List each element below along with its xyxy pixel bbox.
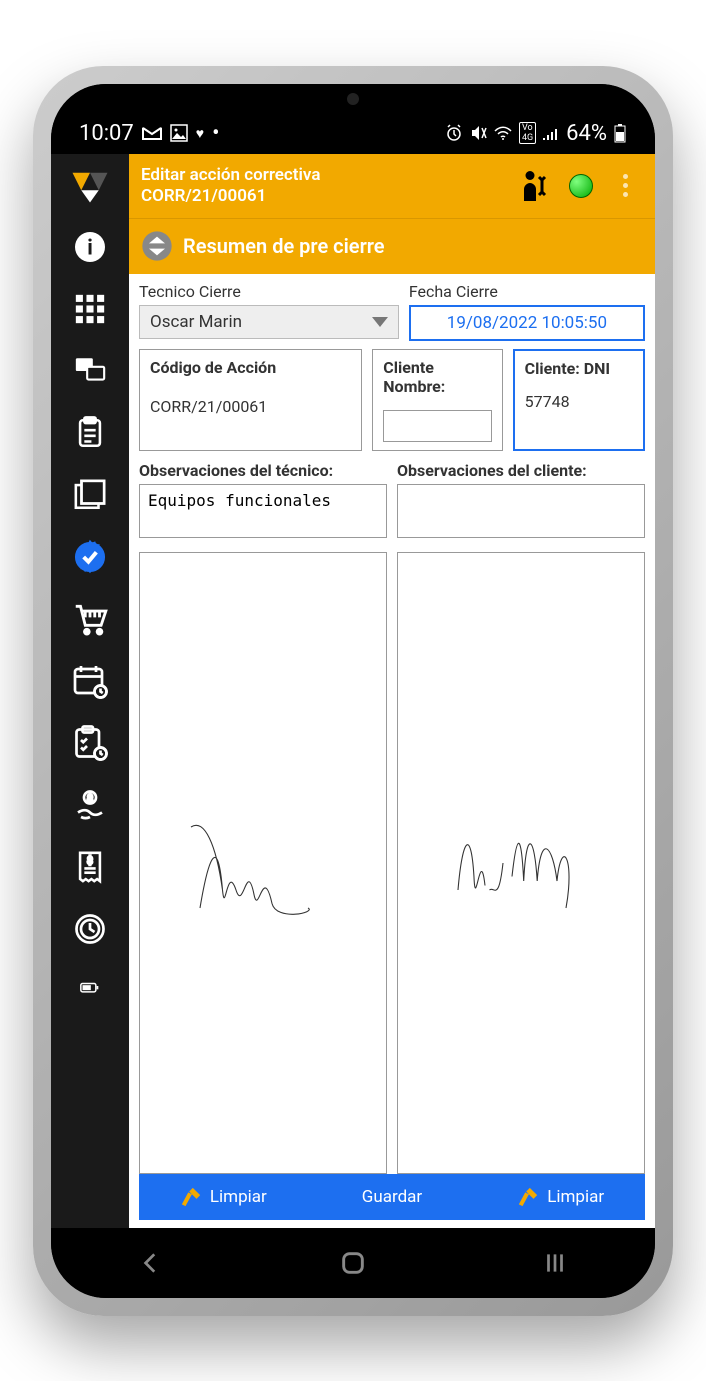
phone-frame: 10:07 ♥ • Vo4G (33, 66, 673, 1316)
sidebar-item-grid[interactable] (69, 288, 111, 330)
bullet-icon: ♥ (196, 125, 204, 142)
more-dot-icon: • (212, 121, 219, 146)
sidebar-item-battery[interactable] (69, 970, 111, 1012)
worker-icon (517, 167, 555, 205)
sidebar-item-calendar[interactable] (69, 660, 111, 702)
svg-text:$: $ (87, 792, 93, 805)
header-title-line1: Editar acción correctiva (141, 165, 503, 185)
sidebar-item-chat[interactable] (69, 350, 111, 392)
content-area: Tecnico Cierre Oscar Marin Fecha Cierre … (129, 274, 655, 1228)
wifi-icon (493, 125, 513, 141)
app-logo[interactable] (69, 164, 111, 206)
nav-recents-button[interactable] (542, 1250, 568, 1276)
limpiar-right-button[interactable]: Limpiar (476, 1174, 645, 1220)
svg-text:i: i (87, 236, 93, 260)
guardar-button[interactable]: Guardar (308, 1174, 477, 1220)
sidebar-item-badge[interactable] (69, 536, 111, 578)
battery-icon (613, 123, 627, 143)
mute-icon (469, 124, 487, 142)
menu-dots-icon[interactable] (607, 168, 643, 204)
camera-dot (347, 93, 359, 105)
header-title-line2: CORR/21/00061 (141, 186, 503, 206)
sidebar-item-payment[interactable]: $ (69, 784, 111, 826)
obs-cliente-label: Observaciones del cliente: (397, 461, 645, 480)
svg-text:$: $ (87, 856, 93, 867)
phone-notch (233, 84, 473, 114)
cliente-nombre-input[interactable] (383, 410, 491, 442)
tecnico-label: Tecnico Cierre (139, 282, 399, 301)
status-indicator-green (569, 174, 593, 198)
sidebar-item-checklist-time[interactable] (69, 722, 111, 764)
gmail-icon (142, 126, 162, 141)
tecnico-dropdown[interactable]: Oscar Marin (139, 305, 399, 339)
header-title: Editar acción correctiva CORR/21/00061 (141, 165, 503, 206)
signature-tecnico[interactable] (139, 552, 387, 1174)
limpiar-left-button[interactable]: Limpiar (139, 1174, 308, 1220)
limpiar-right-label: Limpiar (547, 1187, 604, 1207)
cliente-dni-box: Cliente: DNI 57748 (513, 349, 645, 451)
codigo-label: Código de Acción (150, 358, 351, 377)
image-icon (170, 124, 188, 142)
status-right: Vo4G 64% (445, 121, 627, 146)
guardar-label: Guardar (362, 1187, 422, 1207)
sidebar-item-clipboard[interactable] (69, 412, 111, 454)
fecha-field[interactable]: 19/08/2022 10:05:50 (409, 305, 645, 341)
section-title: Resumen de pre cierre (183, 234, 385, 258)
sidebar-item-info[interactable]: i (69, 226, 111, 268)
signal-icon (542, 126, 560, 140)
codigo-box: Código de Acción CORR/21/00061 (139, 349, 362, 451)
obs-tecnico-label: Observaciones del técnico: (139, 461, 387, 480)
cliente-dni-label: Cliente: DNI (525, 359, 633, 378)
volte-icon: Vo4G (519, 122, 536, 144)
android-nav-bar (51, 1228, 655, 1298)
tecnico-value: Oscar Marin (150, 312, 242, 332)
sidebar: i (51, 154, 129, 1228)
cliente-nombre-box: Cliente Nombre: (372, 349, 502, 451)
cliente-dni-value: 57748 (525, 392, 570, 411)
obs-tecnico-input[interactable] (139, 484, 387, 538)
obs-cliente-input[interactable] (397, 484, 645, 538)
nav-back-button[interactable] (138, 1250, 164, 1276)
chevron-down-icon (372, 317, 388, 327)
alarm-icon (445, 124, 463, 142)
status-left: 10:07 ♥ • (79, 121, 220, 146)
sidebar-item-cart[interactable] (69, 598, 111, 640)
sidebar-item-clock[interactable] (69, 908, 111, 950)
app-header: Editar acción correctiva CORR/21/00061 (129, 154, 655, 218)
sidebar-item-gallery[interactable] (69, 474, 111, 516)
sidebar-item-invoice[interactable]: $ (69, 846, 111, 888)
broom-icon (517, 1186, 539, 1208)
signature-cliente[interactable] (397, 552, 645, 1174)
main-panel: Editar acción correctiva CORR/21/00061 R… (129, 154, 655, 1228)
cliente-nombre-label: Cliente Nombre: (383, 358, 491, 396)
status-time: 10:07 (79, 121, 134, 146)
section-header[interactable]: Resumen de pre cierre (129, 218, 655, 274)
collapse-icon (141, 230, 173, 262)
codigo-value: CORR/21/00061 (150, 397, 267, 416)
phone-inner: 10:07 ♥ • Vo4G (51, 84, 655, 1298)
broom-icon (180, 1186, 202, 1208)
app-container: i (51, 154, 655, 1228)
fecha-label: Fecha Cierre (409, 282, 645, 301)
limpiar-left-label: Limpiar (210, 1187, 267, 1207)
action-bar: Limpiar Guardar Limpiar (139, 1174, 645, 1220)
battery-text: 64% (566, 121, 607, 146)
nav-home-button[interactable] (339, 1249, 367, 1277)
